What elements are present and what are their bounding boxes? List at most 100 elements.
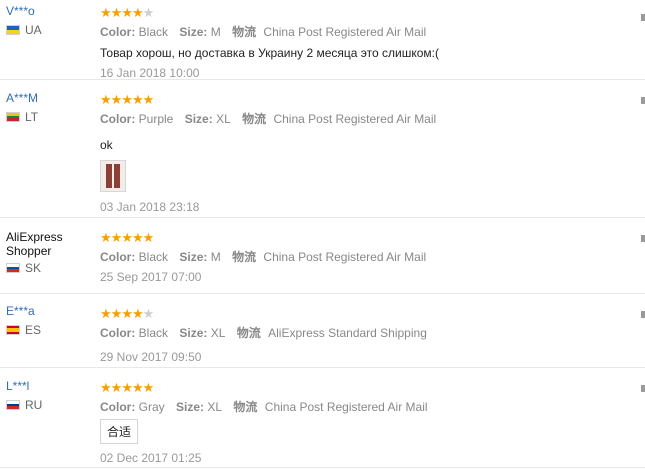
reviewer-info: AliExpress Shopper SK [6,230,94,275]
review-body: ★★★★★ Color: Black Size: XL 物流 AliExpres… [100,307,620,364]
color-value: Gray [138,400,165,414]
color-label: Color: [100,25,136,39]
star-icon: ★ [121,380,133,395]
review-text: ok [100,138,113,152]
reviewer-info: V***o UA [6,4,94,37]
reviewer-country: ES [6,323,94,337]
size-label: Size: [179,326,208,340]
size-value: M [210,250,221,264]
review-date: 29 Nov 2017 09:50 [100,350,202,364]
star-rating: ★★★★★ [100,93,620,106]
shipping-label: 物流 [233,400,258,414]
star-icon: ★ [121,306,133,321]
es-flag-icon [6,325,20,335]
review-date: 25 Sep 2017 07:00 [100,270,202,284]
shipping-value: China Post Registered Air Mail [263,250,427,264]
star-icon: ★ [121,230,133,245]
size-label: Size: [179,25,208,39]
reviewer-name[interactable]: V***o [6,4,94,18]
star-icon: ★ [110,92,123,107]
star-icon: ★ [142,92,155,107]
color-label: Color: [100,400,136,414]
shipping-label: 物流 [232,250,257,264]
color-value: Black [138,25,169,39]
star-rating: ★★★★★ [100,231,620,244]
reviewer-info: L***l RU [6,379,94,412]
order-info: Color: Black Size: M 物流 China Post Regis… [100,248,620,265]
reviewer-name[interactable]: L***l [6,379,94,393]
star-icon: ★ [131,230,144,245]
star-icon: ★ [100,380,112,395]
scroll-marker [641,235,645,242]
review-item: L***l RU ★★★★★ Color: Gray Size: XL 物流 C… [0,368,645,468]
star-icon: ★ [121,5,133,20]
review-item: V***o UA ★★★★★ Color: Black Size: M 物流 C… [0,0,645,80]
country-code: LT [25,110,39,124]
ru-flag-icon [6,400,20,410]
order-info: Color: Gray Size: XL 物流 China Post Regis… [100,398,620,415]
reviewer-name[interactable]: A***M [6,91,94,105]
review-text-tag: 合适 [100,419,139,444]
scroll-marker [641,14,645,21]
color-label: Color: [100,112,136,126]
review-text: Товар хорош, но доставка в Украину 2 мес… [100,46,439,60]
country-code: SK [25,261,42,275]
star-icon: ★ [131,306,144,321]
ua-flag-icon [6,25,20,35]
review-item: A***M LT ★★★★★ Color: Purple Size: XL 物流… [0,80,645,218]
review-date: 16 Jan 2018 10:00 [100,66,200,80]
reviewer-name[interactable]: E***a [6,304,94,318]
reviewer-info: A***M LT [6,91,94,124]
country-code: ES [25,323,42,337]
scroll-marker [641,97,645,104]
star-icon: ★ [100,5,112,20]
scroll-marker [641,385,645,392]
star-icon: ★ [110,380,123,395]
star-empty-icon: ★ [142,306,155,321]
star-rating: ★★★★★ [100,307,620,320]
star-icon: ★ [131,92,144,107]
reviewer-info: E***a ES [6,304,94,337]
color-label: Color: [100,250,136,264]
shipping-label: 物流 [232,25,257,39]
star-icon: ★ [110,5,123,20]
review-photo-thumbnail[interactable] [100,160,126,192]
reviewer-country: LT [6,110,94,124]
shipping-value: AliExpress Standard Shipping [268,326,427,340]
star-icon: ★ [100,230,112,245]
reviewer-country: UA [6,23,94,37]
review-body: ★★★★★ Color: Purple Size: XL 物流 China Po… [100,93,620,214]
country-code: UA [25,23,42,37]
shipping-value: China Post Registered Air Mail [263,25,427,39]
size-value: XL [210,326,226,340]
size-value: XL [216,112,231,126]
review-body: ★★★★★ Color: Black Size: M 物流 China Post… [100,231,620,284]
star-icon: ★ [100,92,112,107]
color-value: Black [138,326,169,340]
size-label: Size: [184,112,213,126]
size-label: Size: [176,400,205,414]
star-icon: ★ [110,230,123,245]
size-value: XL [207,400,223,414]
country-code: RU [25,398,43,412]
reviewer-country: RU [6,398,94,412]
order-info: Color: Purple Size: XL 物流 China Post Reg… [100,110,620,127]
star-icon: ★ [142,230,155,245]
star-icon: ★ [110,306,123,321]
star-icon: ★ [131,5,144,20]
star-icon: ★ [100,306,112,321]
review-date: 02 Dec 2017 01:25 [100,451,202,465]
review-body: ★★★★★ Color: Black Size: M 物流 China Post… [100,6,620,80]
color-value: Purple [138,112,174,126]
shipping-label: 物流 [236,326,261,340]
star-icon: ★ [142,380,155,395]
star-rating: ★★★★★ [100,381,620,394]
sk-flag-icon [6,263,20,273]
lt-flag-icon [6,112,20,122]
review-item: E***a ES ★★★★★ Color: Black Size: XL 物流 … [0,294,645,368]
review-date: 03 Jan 2018 23:18 [100,200,200,214]
star-icon: ★ [121,92,133,107]
color-label: Color: [100,326,136,340]
shipping-value: China Post Registered Air Mail [273,112,437,126]
star-rating: ★★★★★ [100,6,620,19]
